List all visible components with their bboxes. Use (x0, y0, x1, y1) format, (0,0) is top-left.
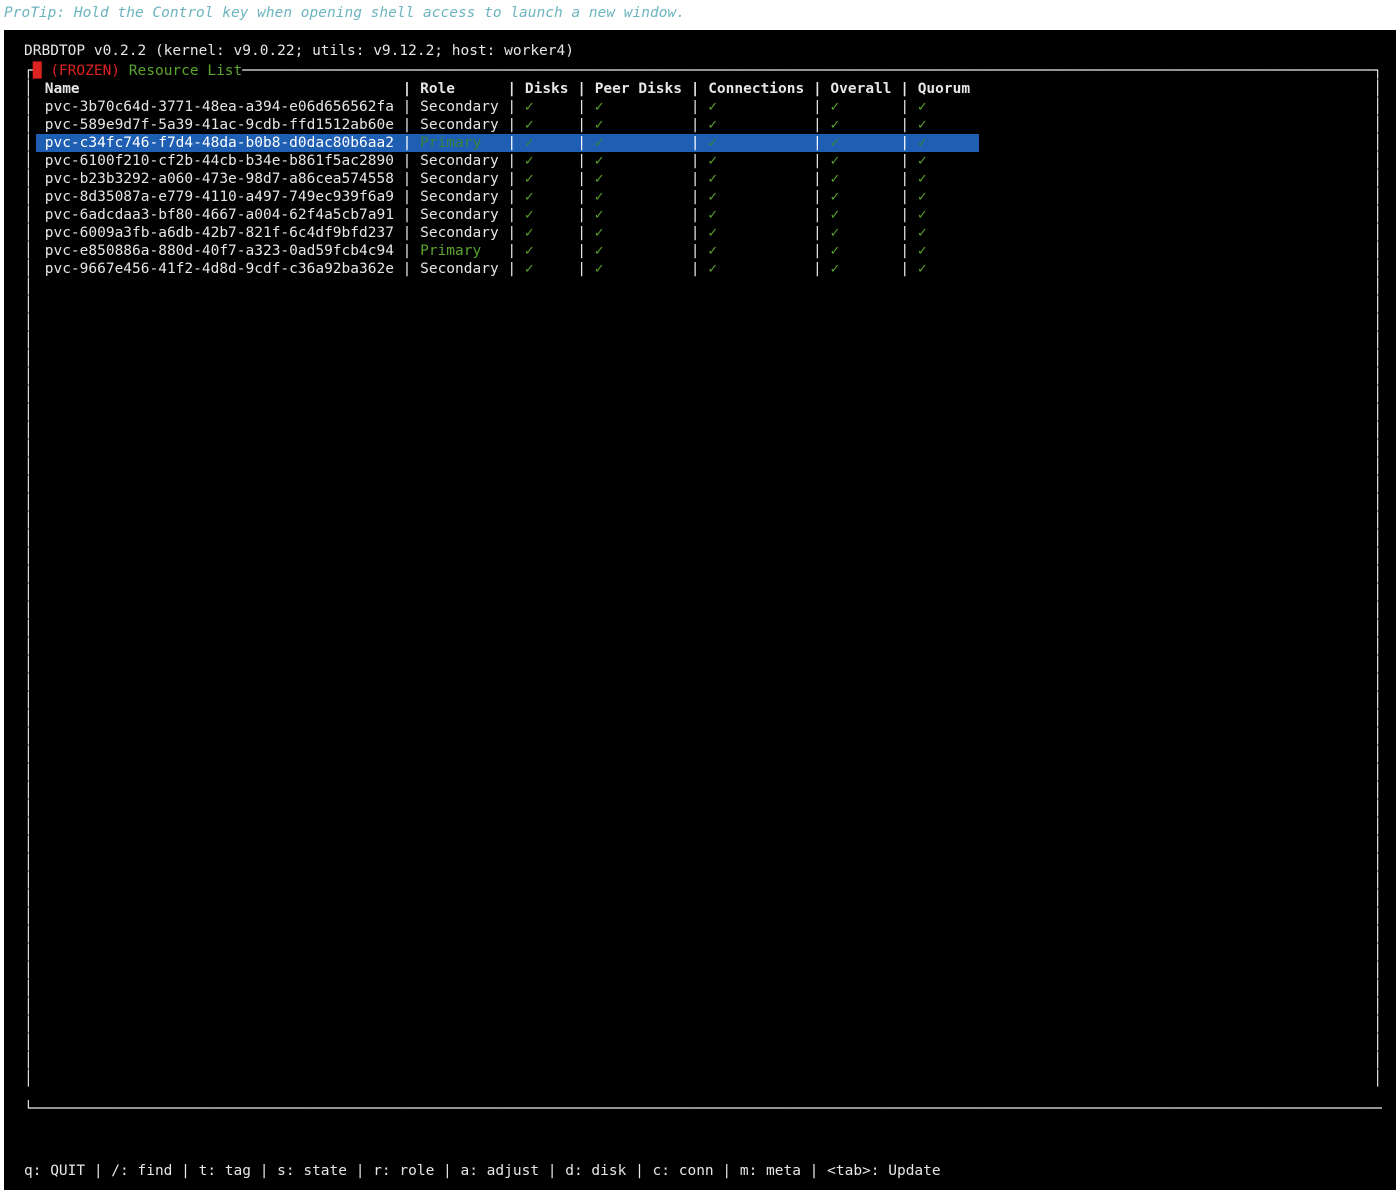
frame-left-border: ││││││││││││││││││││││││││││││││││││││││… (24, 80, 34, 1100)
frame-top-border: ┌ █ (FROZEN) Resource List ─────────────… (24, 62, 1382, 80)
frame-bottom-border: └───────────────────────────────────────… (24, 1100, 1382, 1118)
table-row[interactable]: pvc-6009a3fb-a6db-42b7-821f-6c4df9bfd237… (36, 224, 1382, 242)
table-row[interactable]: pvc-c34fc746-f7d4-48da-b0b8-d0dac80b6aa2… (36, 134, 979, 152)
table-row[interactable]: pvc-6100f210-cf2b-44cb-b34e-b861f5ac2890… (36, 152, 1382, 170)
table-row[interactable]: pvc-9667e456-41f2-4d8d-9cdf-c36a92ba362e… (36, 260, 1382, 278)
app-title: DRBDTOP v0.2.2 (kernel: v9.0.22; utils: … (24, 42, 1396, 60)
table-row[interactable]: pvc-e850886a-880d-40f7-a323-0ad59fcb4c94… (36, 242, 1382, 260)
section-title: Resource List (129, 62, 243, 80)
table-row[interactable]: pvc-589e9d7f-5a39-41ac-9cdb-ffd1512ab60e… (36, 116, 1382, 134)
table-row[interactable]: pvc-b23b3292-a060-473e-98d7-a86cea574558… (36, 170, 1382, 188)
help-bar: q: QUIT | /: find | t: tag | s: state | … (24, 1162, 941, 1180)
table-row[interactable]: pvc-3b70c64d-3771-48ea-a394-e06d656562fa… (36, 98, 1382, 116)
frame-right-border: ││││││││││││││││││││││││││││││││││││││││… (1372, 80, 1382, 1100)
frozen-indicator: █ (FROZEN) (33, 62, 120, 80)
resource-table: Name | Role | Disks | Peer Disks | Conne… (36, 80, 1382, 278)
table-row[interactable]: pvc-6adcdaa3-bf80-4667-a004-62f4a5cb7a91… (36, 206, 1382, 224)
terminal-window: DRBDTOP v0.2.2 (kernel: v9.0.22; utils: … (4, 30, 1396, 1190)
resource-list-frame: ┌ █ (FROZEN) Resource List ─────────────… (24, 62, 1382, 1118)
table-row[interactable]: pvc-8d35087a-e779-4110-a497-749ec939f6a9… (36, 188, 1382, 206)
table-body[interactable]: pvc-3b70c64d-3771-48ea-a394-e06d656562fa… (36, 98, 1382, 278)
table-header: Name | Role | Disks | Peer Disks | Conne… (36, 80, 1382, 98)
protip-banner: ProTip: Hold the Control key when openin… (0, 0, 1400, 22)
